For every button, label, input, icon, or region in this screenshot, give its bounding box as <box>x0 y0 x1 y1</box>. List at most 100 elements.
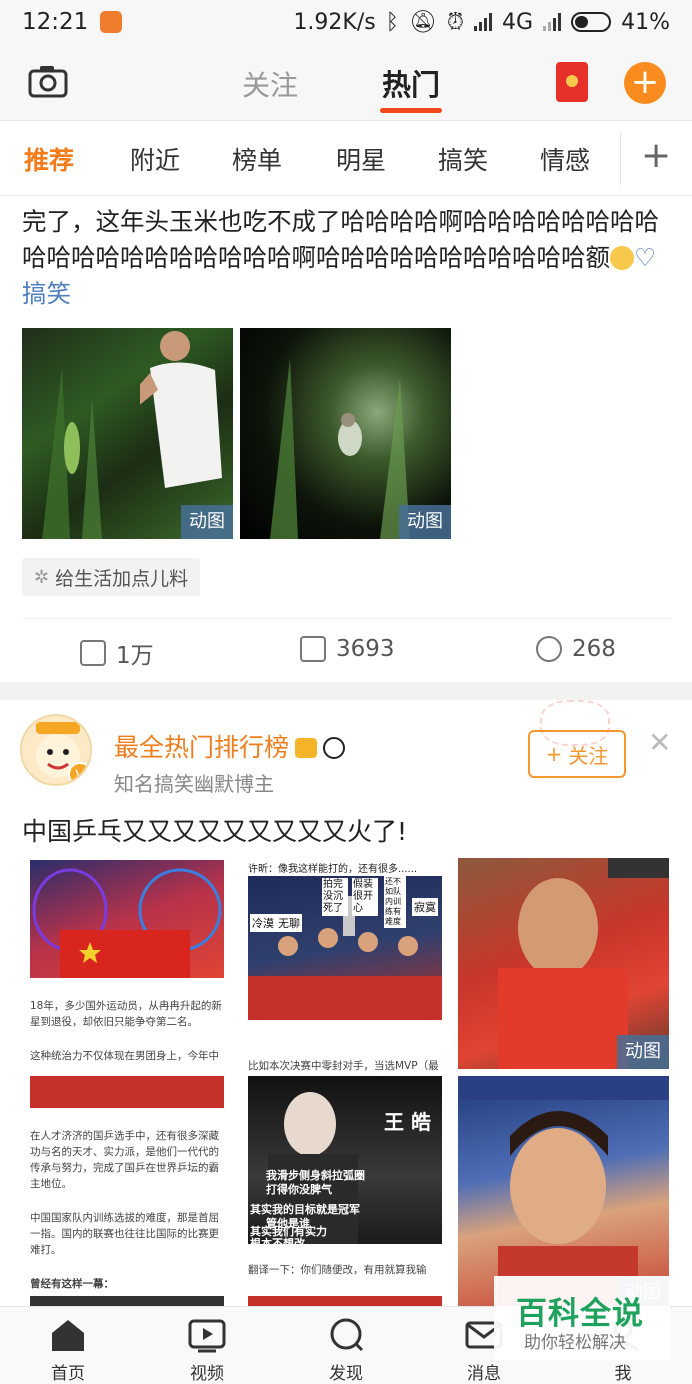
gif-badge: 动图 <box>617 1035 669 1069</box>
topic-chip[interactable]: ✲ 给生活加点儿料 <box>22 558 201 596</box>
meme-bubble-2: 无聊 <box>276 914 302 932</box>
tab-hot[interactable]: 热门 <box>382 62 440 104</box>
channel-emotion[interactable]: 情感 <box>540 141 590 177</box>
site-watermark: 百科全说 助你轻松解决 <box>494 1276 670 1360</box>
topic-label: 搞笑 <box>22 279 71 308</box>
close-icon[interactable]: ✕ <box>648 726 671 759</box>
camera-icon[interactable] <box>28 64 68 98</box>
tab-active-indicator <box>380 108 442 113</box>
diamond-icon: ♡ <box>634 243 656 272</box>
like-count: 268 <box>572 636 616 662</box>
comment-button[interactable]: 3693 <box>300 636 395 662</box>
caption-line: 许昕：像我这样能打的，还有很多...... <box>248 864 418 875</box>
post-image-player-2[interactable]: 动图 <box>458 1076 669 1310</box>
status-bar: 12:21 1.92K/s ᛒ 🔕︎ ⏰︎ 4G 41% <box>0 0 692 44</box>
interview-photo: 王 皓 我滑步侧身斜拉弧圈 打得你没脾气 其实我的目标就是冠军 管他是谁 其实我… <box>248 1076 442 1250</box>
tab-follow[interactable]: 关注 <box>242 64 298 104</box>
network-speed: 1.92K/s <box>293 9 376 35</box>
meme-bubble-5: 还不如队内训练有难度 <box>384 876 406 928</box>
nav-home[interactable]: 首页 <box>18 1307 118 1384</box>
top-header: 关注 热门 + <box>0 44 692 120</box>
video-icon <box>188 1319 226 1353</box>
red-packet-icon[interactable] <box>556 62 588 102</box>
plus-icon: + <box>545 742 563 766</box>
channel-bar: 推荐 附近 榜单 明星 搞笑 情感 + <box>0 120 692 196</box>
player-name: 王 皓 <box>384 1110 431 1134</box>
article-para-1: 18年，多少国外运动员，从冉冉升起的新星到退役，却依旧只能争夺第二名。 <box>30 1000 222 1028</box>
like-button[interactable]: 268 <box>536 636 616 662</box>
channel-funny[interactable]: 搞笑 <box>438 141 488 177</box>
sparkle-icon: ✲ <box>34 566 50 588</box>
nav-me-label: 我 <box>614 1364 632 1384</box>
nav-video-label: 视频 <box>190 1364 224 1384</box>
follow-label: 关注 <box>568 743 609 768</box>
signal-icon <box>474 13 493 31</box>
post-image-1[interactable]: 动图 <box>22 328 233 539</box>
author-description: 知名搞笑幽默博主 <box>114 772 274 796</box>
nav-home-label: 首页 <box>51 1364 85 1384</box>
nav-video[interactable]: 视频 <box>157 1307 257 1384</box>
panda-icon <box>323 737 346 759</box>
feed-card-1: 完了，这年头玉米也吃不成了哈哈哈哈啊哈哈哈哈哈哈哈哈哈哈哈哈哈哈哈哈哈哈哈啊哈哈… <box>0 196 692 682</box>
meme-bubble-4: 假装很开心 <box>352 878 378 916</box>
nav-discover-label: 发现 <box>329 1364 363 1384</box>
post-body: 完了，这年头玉米也吃不成了哈哈哈哈啊哈哈哈哈哈哈哈哈哈哈哈哈哈哈哈哈哈哈哈啊哈哈… <box>22 207 659 272</box>
post-text: 完了，这年头玉米也吃不成了哈哈哈哈啊哈哈哈哈哈哈哈哈哈哈哈哈哈哈哈哈哈哈哈啊哈哈… <box>22 204 672 312</box>
meme-bubble-6: 寂寞 <box>412 898 438 916</box>
article-para-5: 曾经有这样一幕： <box>30 1278 114 1290</box>
post-image-article-2[interactable]: 许昕：像我这样能打的，还有很多...... 冷漠 无聊 拍完没沉死了 假装很开心… <box>240 858 451 1310</box>
watermark-title: 百科全说 <box>516 1296 644 1332</box>
medal-strip <box>30 1076 224 1108</box>
search-icon <box>330 1318 364 1352</box>
status-time: 12:21 <box>22 9 89 35</box>
subtitle-6: 根本不想改 <box>250 1237 305 1250</box>
feed-card-2: V 最全热门排行榜 知名搞笑幽默博主 + 关注 ✕ 中国乒乓又又又又又又又又又火… <box>0 700 692 1310</box>
signal2-icon <box>543 13 562 31</box>
player-photo-2 <box>458 1076 669 1310</box>
laugh-emoji-icon <box>610 246 634 270</box>
post-image-player-1[interactable]: 动图 <box>458 858 669 1069</box>
channel-stars[interactable]: 明星 <box>336 141 386 177</box>
team-trophy-photo: 冷漠 无聊 拍完没沉死了 假装很开心 还不如队内训练有难度 寂寞 <box>248 876 442 1020</box>
article-para-mvp: 比如本次决赛中零封对手，当选MVP（最 <box>248 1060 439 1072</box>
post-image-article-1[interactable]: 18年，多少国外运动员，从冉冉升起的新星到退役，却依旧只能争夺第二名。 这种统治… <box>22 858 233 1310</box>
watermark-subtitle: 助你轻松解决 <box>524 1333 626 1353</box>
alarm-icon: ⏰︎ <box>446 9 465 35</box>
channel-divider <box>620 133 621 185</box>
network-type: 4G <box>502 9 534 35</box>
channel-add-icon[interactable]: + <box>641 135 671 176</box>
comment-icon <box>300 636 326 662</box>
battery-percent: 41% <box>621 9 670 35</box>
channel-ranking[interactable]: 榜单 <box>232 141 282 177</box>
nav-discover[interactable]: 发现 <box>296 1307 396 1384</box>
team-photo-art <box>32 868 222 978</box>
crown-icon <box>295 738 318 758</box>
post-image-2[interactable]: 动图 <box>240 328 451 539</box>
divider <box>22 618 670 619</box>
gif-badge: 动图 <box>399 505 451 539</box>
bluetooth-icon: ᛒ <box>385 9 399 35</box>
article-para-translate: 翻译一下：你们随便改，有用就算我输 <box>248 1264 427 1276</box>
repost-button[interactable]: 1万 <box>80 636 154 670</box>
avatar[interactable]: V <box>20 714 92 786</box>
channel-nearby[interactable]: 附近 <box>130 141 180 177</box>
follow-button[interactable]: + 关注 <box>528 730 626 778</box>
subtitle-3: 其实我的目标就是冠军 <box>250 1203 360 1216</box>
home-icon <box>52 1320 84 1351</box>
nav-messages-label: 消息 <box>467 1364 501 1384</box>
subtitle-1: 我滑步侧身斜拉弧圈 <box>266 1169 365 1182</box>
meme-bubble-3: 拍完没沉死了 <box>322 878 348 916</box>
meme-bubble-1: 冷漠 <box>250 914 276 932</box>
article-para-4: 中国国家队内训练选拔的难度，那是首屈一指。国内的联赛也往往比国际的比赛更难打。 <box>30 1212 219 1256</box>
subtitle-2: 打得你没脾气 <box>266 1183 332 1196</box>
smile-icon <box>536 636 562 662</box>
author-name-text: 最全热门排行榜 <box>114 733 290 762</box>
channel-recommend[interactable]: 推荐 <box>24 141 74 177</box>
compose-button[interactable]: + <box>624 62 666 104</box>
post-text: 中国乒乓又又又又又又又又又火了! <box>22 817 408 846</box>
repost-icon <box>80 640 106 666</box>
repost-count: 1万 <box>116 643 154 669</box>
author-name[interactable]: 最全热门排行榜 <box>114 728 346 764</box>
article-para-3: 在人才济济的国乒选手中，还有很多深藏功与名的天才、实力派，是他们一代代的传承与努… <box>30 1130 219 1190</box>
gif-badge: 动图 <box>181 505 233 539</box>
